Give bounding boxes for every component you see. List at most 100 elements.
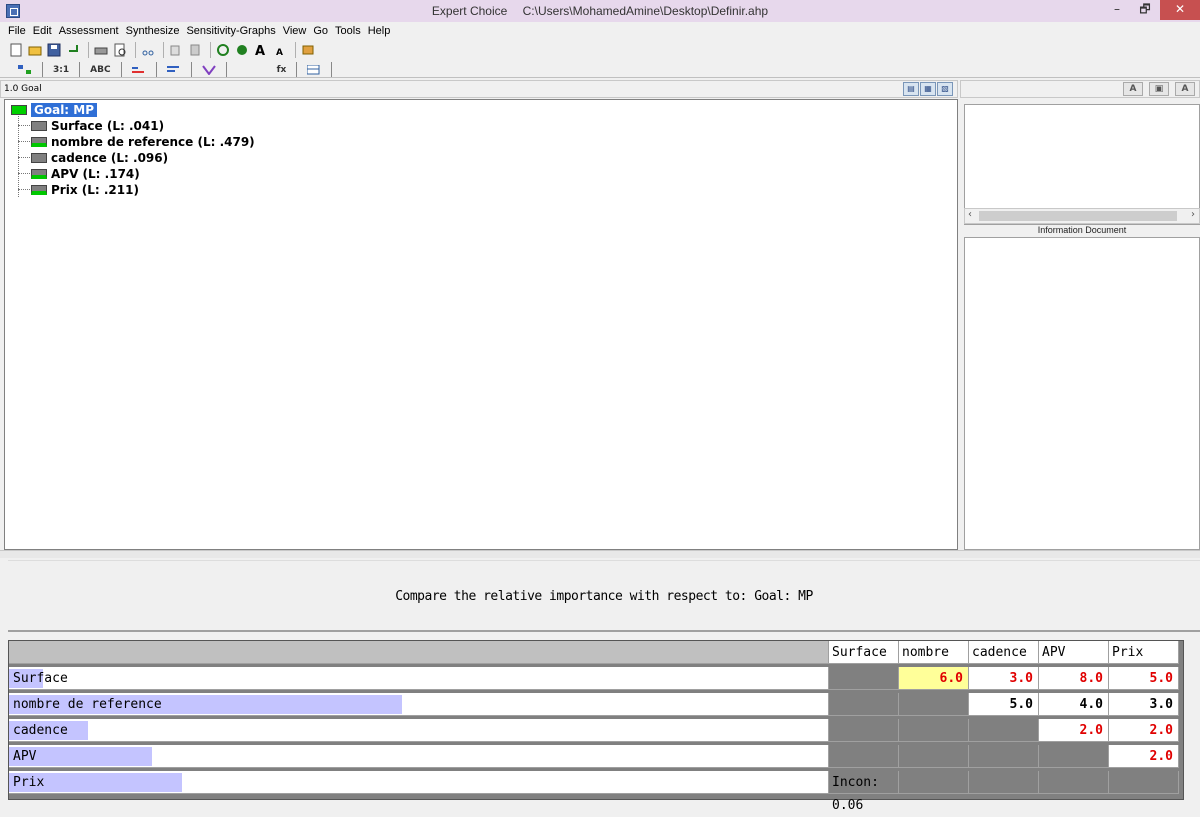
node-marker bbox=[31, 169, 47, 179]
tab-questionnaire[interactable] bbox=[157, 62, 192, 77]
judgment-cell[interactable]: 5.0 bbox=[969, 693, 1039, 716]
tab-ratings[interactable] bbox=[192, 62, 227, 77]
tab-tree-view[interactable] bbox=[8, 62, 43, 77]
tab-pairwise-verbal[interactable]: ABC bbox=[80, 62, 122, 77]
tab-pairwise-graphical[interactable] bbox=[122, 62, 157, 77]
paste-icon[interactable] bbox=[187, 42, 203, 58]
tree-node-prix[interactable]: Prix (L: .211) bbox=[31, 182, 139, 198]
judgment-cell[interactable]: 3.0 bbox=[1109, 693, 1179, 716]
font-larger-icon[interactable]: A bbox=[253, 42, 269, 58]
judgment-cell[interactable]: 2.0 bbox=[1109, 745, 1179, 768]
cut-icon[interactable] bbox=[140, 42, 156, 58]
tree-node-apv[interactable]: APV (L: .174) bbox=[31, 166, 140, 182]
row-label[interactable]: cadence bbox=[9, 719, 829, 742]
tree-node-surface[interactable]: Surface (L: .041) bbox=[31, 118, 164, 134]
row-label[interactable]: nombre de reference bbox=[9, 693, 829, 716]
judgment-cell[interactable]: 2.0 bbox=[1039, 719, 1109, 742]
print-preview-icon[interactable] bbox=[112, 42, 128, 58]
menu-sensitivity-graphs[interactable]: Sensitivity-Graphs bbox=[186, 25, 275, 37]
node-marker bbox=[31, 137, 47, 147]
tab-data-grid[interactable] bbox=[297, 62, 333, 77]
tree-graph-icon[interactable]: ▧ bbox=[937, 82, 953, 96]
menu-bar: File Edit Assessment Synthesize Sensitiv… bbox=[0, 22, 1200, 40]
node-label: nombre de reference (L: .479) bbox=[51, 135, 255, 149]
column-header[interactable]: Surface bbox=[829, 641, 899, 664]
format-text-icon[interactable]: A bbox=[1123, 82, 1143, 96]
save-icon[interactable] bbox=[46, 42, 62, 58]
svg-text:A: A bbox=[276, 48, 283, 57]
copy-icon[interactable] bbox=[168, 42, 184, 58]
menu-go[interactable]: Go bbox=[313, 25, 328, 37]
scroll-right-icon[interactable]: › bbox=[1191, 209, 1195, 220]
toolbar-separator bbox=[88, 42, 89, 58]
new-file-icon[interactable] bbox=[8, 42, 24, 58]
open-folder-icon[interactable] bbox=[27, 42, 43, 58]
column-header[interactable]: cadence bbox=[969, 641, 1039, 664]
scroll-left-icon[interactable]: ‹ bbox=[968, 209, 972, 220]
column-header[interactable]: APV bbox=[1039, 641, 1109, 664]
note-panel[interactable] bbox=[964, 104, 1200, 225]
menu-assessment[interactable]: Assessment bbox=[59, 25, 119, 37]
menu-help[interactable]: Help bbox=[368, 25, 391, 37]
scroll-thumb[interactable] bbox=[979, 211, 1177, 221]
refresh-icon[interactable] bbox=[215, 42, 231, 58]
font-size-icon[interactable]: A bbox=[1175, 82, 1195, 96]
font-smaller-icon[interactable]: A bbox=[272, 42, 288, 58]
tree-connector bbox=[18, 173, 30, 174]
restore-icon[interactable]: 🗗 bbox=[1131, 0, 1159, 20]
judgment-cell[interactable]: 2.0 bbox=[1109, 719, 1179, 742]
row-label-text: cadence bbox=[13, 723, 68, 738]
node-label: APV (L: .174) bbox=[51, 167, 140, 181]
close-icon[interactable]: ✕ bbox=[1160, 0, 1200, 20]
pane-splitter[interactable] bbox=[0, 550, 1200, 558]
synthesize-icon[interactable] bbox=[234, 42, 250, 58]
menu-file[interactable]: File bbox=[8, 25, 26, 37]
judgment-cell[interactable]: 3.0 bbox=[969, 667, 1039, 690]
lower-cell bbox=[899, 719, 969, 742]
lower-cell bbox=[829, 745, 899, 768]
note-scrollbar[interactable]: ‹ › bbox=[964, 208, 1200, 224]
tab-formula[interactable]: fx bbox=[227, 62, 298, 77]
tree-node-cadence[interactable]: cadence (L: .096) bbox=[31, 150, 168, 166]
judgment-cell[interactable]: 6.0 bbox=[899, 667, 969, 690]
column-header[interactable]: Prix bbox=[1109, 641, 1179, 664]
row-label-text: nombre de reference bbox=[13, 697, 162, 712]
node-label: cadence (L: .096) bbox=[51, 151, 169, 165]
window-title: Expert Choice C:\Users\MohamedAmine\Desk… bbox=[0, 4, 1200, 18]
tree-layout-icon[interactable]: ▤ bbox=[903, 82, 919, 96]
menu-synthesize[interactable]: Synthesize bbox=[126, 25, 180, 37]
row-label-text: Surface bbox=[13, 671, 68, 686]
judgment-cell[interactable]: 8.0 bbox=[1039, 667, 1109, 690]
row-label[interactable]: Prix bbox=[9, 771, 829, 794]
toolbar-separator bbox=[135, 42, 136, 58]
tree-node-goal[interactable]: Goal: MP bbox=[11, 102, 98, 118]
diagonal-cell bbox=[829, 667, 899, 690]
file-path: C:\Users\MohamedAmine\Desktop\Definir.ah… bbox=[522, 4, 769, 18]
judgment-cell[interactable]: 4.0 bbox=[1039, 693, 1109, 716]
lower-cell bbox=[899, 745, 969, 768]
model-tools-icon[interactable] bbox=[300, 42, 316, 58]
tab-pairwise-numeric[interactable]: 3:1 bbox=[43, 62, 81, 77]
tree-node-nombre-de-reference[interactable]: nombre de reference (L: .479) bbox=[31, 134, 255, 150]
column-header[interactable]: nombre de bbox=[899, 641, 969, 683]
matrix-row-cadence: cadence 2.0 2.0 bbox=[9, 719, 1185, 742]
current-node-label: 1.0 Goal bbox=[4, 84, 42, 94]
tree-expand-icon[interactable]: ▦ bbox=[920, 82, 936, 96]
information-document-panel[interactable] bbox=[964, 237, 1200, 550]
inconsistency-ratio: Incon: 0.06 bbox=[829, 771, 899, 813]
minimize-icon[interactable]: – bbox=[1103, 0, 1131, 20]
row-label[interactable]: APV bbox=[9, 745, 829, 768]
node-marker bbox=[31, 121, 47, 131]
info-panel-header: A ▣ A bbox=[960, 80, 1200, 98]
goal-marker bbox=[11, 105, 27, 115]
diagonal-cell bbox=[1039, 745, 1109, 768]
copy-document-icon[interactable]: ▣ bbox=[1149, 82, 1169, 96]
row-label[interactable]: Surface bbox=[9, 667, 829, 690]
lower-cell bbox=[829, 719, 899, 742]
menu-view[interactable]: View bbox=[283, 25, 307, 37]
menu-tools[interactable]: Tools bbox=[335, 25, 361, 37]
print-icon[interactable] bbox=[93, 42, 109, 58]
menu-edit[interactable]: Edit bbox=[33, 25, 52, 37]
enter-icon[interactable] bbox=[65, 42, 81, 58]
judgment-cell[interactable]: 5.0 bbox=[1109, 667, 1179, 690]
